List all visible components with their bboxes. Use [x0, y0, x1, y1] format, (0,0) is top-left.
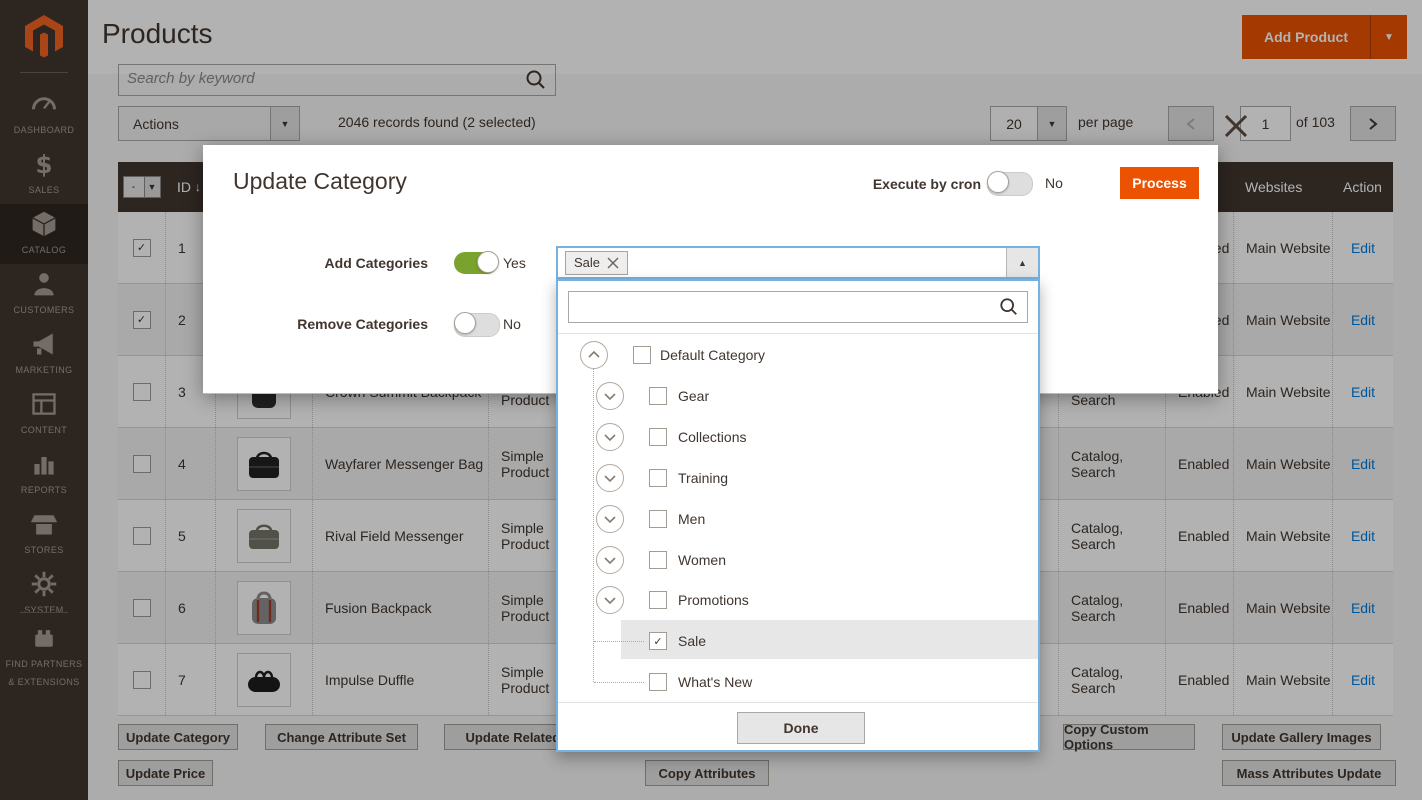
divider [558, 702, 1038, 703]
remove-tag-icon[interactable] [607, 257, 619, 269]
add-categories-label: Add Categories [283, 255, 428, 271]
tree-item-women: Women [596, 546, 726, 574]
category-label[interactable]: Collections [678, 429, 746, 445]
category-checkbox[interactable] [633, 346, 651, 364]
category-checkbox[interactable] [649, 428, 667, 446]
category-checkbox[interactable]: ✓ [649, 632, 667, 650]
remove-categories-toggle[interactable] [454, 313, 500, 337]
category-checkbox[interactable] [649, 510, 667, 528]
category-label[interactable]: Default Category [660, 347, 765, 363]
search-icon[interactable] [999, 297, 1019, 317]
execute-by-cron-label: Execute by cron [866, 176, 981, 192]
process-button[interactable]: Process [1120, 167, 1199, 199]
modal-close-icon[interactable] [1220, 110, 1252, 142]
tree-search-input[interactable] [569, 292, 1005, 320]
category-label[interactable]: Promotions [678, 592, 749, 608]
execute-by-cron-state: No [1045, 175, 1063, 191]
category-label[interactable]: What's New [678, 674, 752, 690]
category-checkbox[interactable] [649, 387, 667, 405]
chevron-down-icon[interactable] [596, 546, 624, 574]
tree-item-men: Men [596, 505, 705, 533]
tree-item-default-category: Default Category [580, 341, 765, 369]
selected-category-tag[interactable]: Sale [565, 251, 628, 275]
category-label[interactable]: Training [678, 470, 728, 486]
caret-up-icon: ▲ [1018, 258, 1027, 268]
modal-title: Update Category [233, 168, 407, 195]
category-checkbox[interactable] [649, 469, 667, 487]
toggle-knob [454, 312, 476, 334]
category-checkbox[interactable] [649, 673, 667, 691]
done-button[interactable]: Done [737, 712, 865, 744]
category-checkbox[interactable] [649, 551, 667, 569]
divider [558, 333, 1038, 334]
remove-categories-label: Remove Categories [263, 316, 428, 332]
check-icon: ✓ [653, 635, 662, 648]
tree-item-gear: Gear [596, 382, 709, 410]
chevron-down-icon[interactable] [596, 423, 624, 451]
tree-item-sale: ✓ Sale [649, 632, 706, 650]
tree-guide-line [594, 641, 644, 642]
toggle-knob [987, 171, 1009, 193]
add-categories-state: Yes [503, 255, 526, 271]
category-label[interactable]: Men [678, 511, 705, 527]
tree-item-promotions: Promotions [596, 586, 749, 614]
category-label[interactable]: Gear [678, 388, 709, 404]
category-label[interactable]: Sale [678, 633, 706, 649]
chevron-down-icon[interactable] [596, 382, 624, 410]
tag-label: Sale [574, 255, 600, 270]
category-label[interactable]: Women [678, 552, 726, 568]
toggle-knob [477, 251, 499, 273]
chevron-down-icon[interactable] [596, 464, 624, 492]
tree-guide-line [593, 369, 594, 682]
tree-item-training: Training [596, 464, 728, 492]
tree-item-whats-new: What's New [649, 673, 752, 691]
category-checkbox[interactable] [649, 591, 667, 609]
tree-item-collections: Collections [596, 423, 746, 451]
chevron-down-icon[interactable] [596, 505, 624, 533]
tree-search [568, 291, 1028, 323]
add-categories-toggle[interactable] [454, 252, 498, 274]
execute-by-cron-toggle[interactable] [987, 172, 1033, 196]
remove-categories-state: No [503, 316, 521, 332]
collapse-dropdown-button[interactable]: ▲ [1006, 248, 1038, 277]
categories-multiselect[interactable]: Sale ▲ [556, 246, 1040, 279]
chevron-up-icon[interactable] [580, 341, 608, 369]
tree-guide-line [594, 682, 644, 683]
category-tree-dropdown: Default Category Gear Collections Traini… [556, 279, 1040, 752]
chevron-down-icon[interactable] [596, 586, 624, 614]
